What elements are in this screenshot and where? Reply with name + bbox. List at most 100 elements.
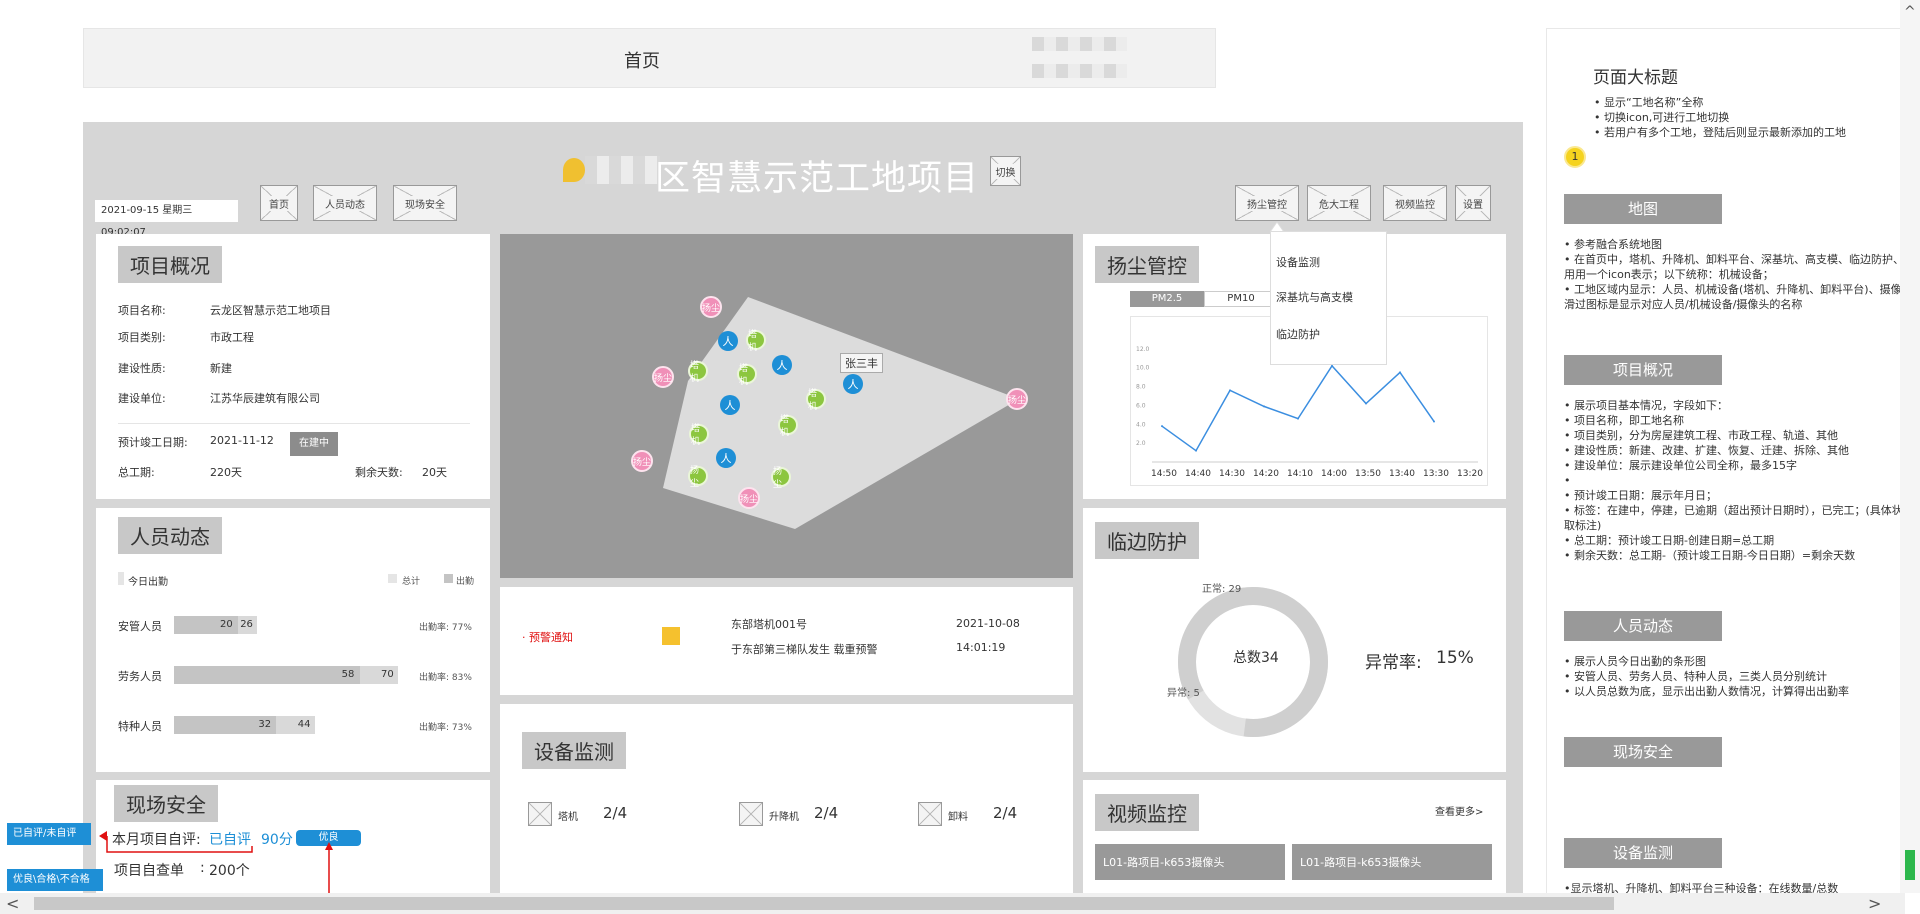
note-line: • 建设单位：展示建设单位公司全称，最多15字	[1564, 459, 1797, 472]
note-line: 滑过图标是显示对应人员/机械设备/摄像头的名称	[1564, 298, 1803, 311]
x-tick-label: 13:50	[1355, 469, 1381, 479]
note-line: • 在首页中，塔机、升降机、卸料平台、深基坑、高支模、临边防护、扬	[1564, 253, 1902, 266]
dust-sensor-marker-icon[interactable]: 扬尘	[738, 487, 760, 509]
alert-line2: 于东部第三梯队发生 载重预警	[731, 643, 878, 656]
x-tick-label: 14:30	[1219, 469, 1245, 479]
alert-label: · 预警通知	[522, 631, 573, 644]
person-marker-icon[interactable]: 人	[716, 448, 736, 468]
equipment-title: 设备监测	[522, 732, 626, 769]
nav-settings[interactable]: 设置	[1455, 185, 1491, 221]
equipment-marker-icon[interactable]: 塔机	[778, 415, 798, 438]
scrollbar-thumb[interactable]	[34, 897, 1614, 910]
equipment-name: 塔机	[558, 812, 578, 823]
attendance-rate: 出勤率: 77%	[419, 623, 472, 633]
nav-dust-control[interactable]: 扬尘管控	[1235, 185, 1299, 221]
person-marker-icon[interactable]: 人	[843, 374, 863, 394]
equipment-marker-icon[interactable]: 塔机	[689, 424, 709, 447]
equipment-marker-icon[interactable]: 塔机	[746, 330, 766, 353]
scrollbar-thumb[interactable]	[1905, 850, 1915, 880]
abnormal-label: 异常: 5	[1167, 688, 1200, 699]
data-point	[1229, 389, 1231, 392]
location-pin-icon	[563, 158, 585, 182]
nav-major-hazard[interactable]: 危大工程	[1307, 185, 1371, 221]
view-more-link[interactable]: 查看更多>	[1435, 803, 1483, 818]
abnormal-rate: 15%	[1436, 648, 1474, 668]
y-tick-label: 12.0	[1136, 346, 1150, 353]
equipment-marker-icon[interactable]: 塔机	[688, 361, 708, 384]
dust-sensor-marker-icon[interactable]: 扬尘	[652, 366, 674, 388]
note-line: • 预计竣工日期：展示年月日；	[1564, 489, 1717, 502]
note-line: • 切换icon,可进行工地切换	[1594, 111, 1730, 124]
legend-total: 总计	[402, 577, 421, 587]
notes-panel: 页面大标题 • 显示“工地名称”全称 • 切换icon,可进行工地切换 • 若用…	[1546, 28, 1902, 901]
blurred-info	[1032, 64, 1127, 78]
x-tick-label: 13:40	[1389, 469, 1415, 479]
equipment-marker-icon[interactable]: 塔机	[806, 389, 826, 412]
map-panel: 人塔机人人人人塔机 塔机 塔机 塔机 塔机 扬尘 扬尘 扬尘 扬尘 扬尘 扬尘 扬尘 张三丰	[500, 234, 1073, 578]
equipment-marker-icon[interactable]: 扬尘	[771, 467, 791, 490]
x-tick-label: 13:20	[1457, 469, 1483, 479]
note-line: • 项目名称，即工地名称	[1564, 414, 1684, 427]
notes-section-label: 现场安全	[1564, 737, 1722, 767]
edge-title: 临边防护	[1095, 522, 1199, 559]
dropdown-item-edge[interactable]: 临边防护	[1276, 326, 1320, 342]
data-point	[1331, 364, 1333, 367]
vertical-scrollbar[interactable]: ^	[1900, 0, 1920, 893]
dust-sensor-marker-icon[interactable]: 扬尘	[631, 450, 653, 472]
equipment-count: 2/4	[603, 804, 628, 822]
series-line	[1161, 364, 1435, 452]
switch-site-button[interactable]: 切换	[990, 156, 1021, 186]
tab-pm25[interactable]: PM2.5	[1130, 291, 1204, 307]
person-marker-icon[interactable]: 人	[720, 395, 740, 415]
equipment-marker-icon[interactable]: 扬尘	[688, 466, 708, 489]
attendance-rate: 出勤率: 73%	[419, 723, 472, 733]
nav-video[interactable]: 视频监控	[1383, 185, 1447, 221]
equipment-marker-icon[interactable]: 塔机	[737, 364, 757, 387]
legend-out: 出勤	[456, 577, 475, 587]
equipment-name: 升降机	[769, 812, 799, 823]
note-line: • 展示项目基本情况，字段如下：	[1564, 399, 1728, 412]
note-line: 用用一个icon表示；以下统称：机械设备；	[1564, 268, 1774, 281]
page-title: 首页	[624, 51, 660, 72]
scroll-up-icon[interactable]: ^	[1904, 4, 1916, 20]
person-marker-icon[interactable]: 人	[718, 331, 738, 351]
x-tick-label: 14:00	[1321, 469, 1347, 479]
donut-total: 总数34	[1233, 650, 1279, 666]
tab-pm10[interactable]: PM10	[1204, 291, 1278, 307]
abnormal-rate-label: 异常率:	[1365, 653, 1422, 673]
equipment-name: 卸料	[948, 812, 968, 823]
person-marker-icon[interactable]: 人	[772, 355, 792, 375]
note-line: • 安管人员、劳务人员、特种人员，三类人员分别统计	[1564, 670, 1827, 683]
dust-sensor-marker-icon[interactable]: 扬尘	[700, 296, 722, 318]
scroll-right-icon[interactable]: >	[1868, 894, 1881, 913]
remain-value: 20天	[422, 466, 447, 479]
note-line: • 工地区域内显示：人员、机械设备(塔机、升降机、卸料平台)、摄像头的	[1564, 283, 1902, 296]
dropdown-item-pit[interactable]: 深基坑与高支模	[1276, 289, 1353, 305]
equipment-image-icon	[528, 802, 552, 826]
camera-tile[interactable]: L01-路项目-k653摄像头	[1095, 844, 1285, 880]
note-line: • 建设性质：新建、改建、扩建、恢复、迁建、拆除、其他	[1564, 444, 1849, 457]
note-line: • 参考融合系统地图	[1564, 238, 1662, 251]
nav-safety[interactable]: 现场安全	[393, 185, 457, 221]
video-card: 视频监控 查看更多> L01-路项目-k653摄像头 L01-路项目-k653摄…	[1083, 780, 1506, 902]
data-point	[1263, 405, 1265, 408]
data-point	[1399, 371, 1401, 374]
note-line: • 展示人员今日出勤的条形图	[1564, 655, 1706, 668]
note-line: • 剩余天数：总工期-（预计竣工日期-今日日期）=剩余天数	[1564, 549, 1856, 562]
horizontal-scrollbar[interactable]: < >	[0, 893, 1905, 914]
scroll-left-icon[interactable]: <	[6, 894, 19, 913]
alert-date: 2021-10-08	[956, 617, 1020, 630]
dropdown-item-equipment[interactable]: 设备监测	[1276, 254, 1320, 270]
blurred-name	[585, 156, 660, 184]
y-tick-label: 4.0	[1136, 421, 1146, 428]
y-tick-label: 6.0	[1136, 402, 1146, 409]
attendance-rate: 出勤率: 83%	[419, 673, 472, 683]
camera-tile[interactable]: L01-路项目-k653摄像头	[1292, 844, 1492, 880]
note-line: • 项目类别，分为房屋建筑工程、市政工程、轨道、其他	[1564, 429, 1838, 442]
x-tick-label: 13:30	[1423, 469, 1449, 479]
normal-label: 正常: 29	[1202, 584, 1242, 595]
data-point	[1365, 402, 1367, 405]
video-title: 视频监控	[1095, 794, 1199, 831]
site-boundary	[663, 297, 1019, 529]
dust-sensor-marker-icon[interactable]: 扬尘	[1006, 388, 1028, 410]
